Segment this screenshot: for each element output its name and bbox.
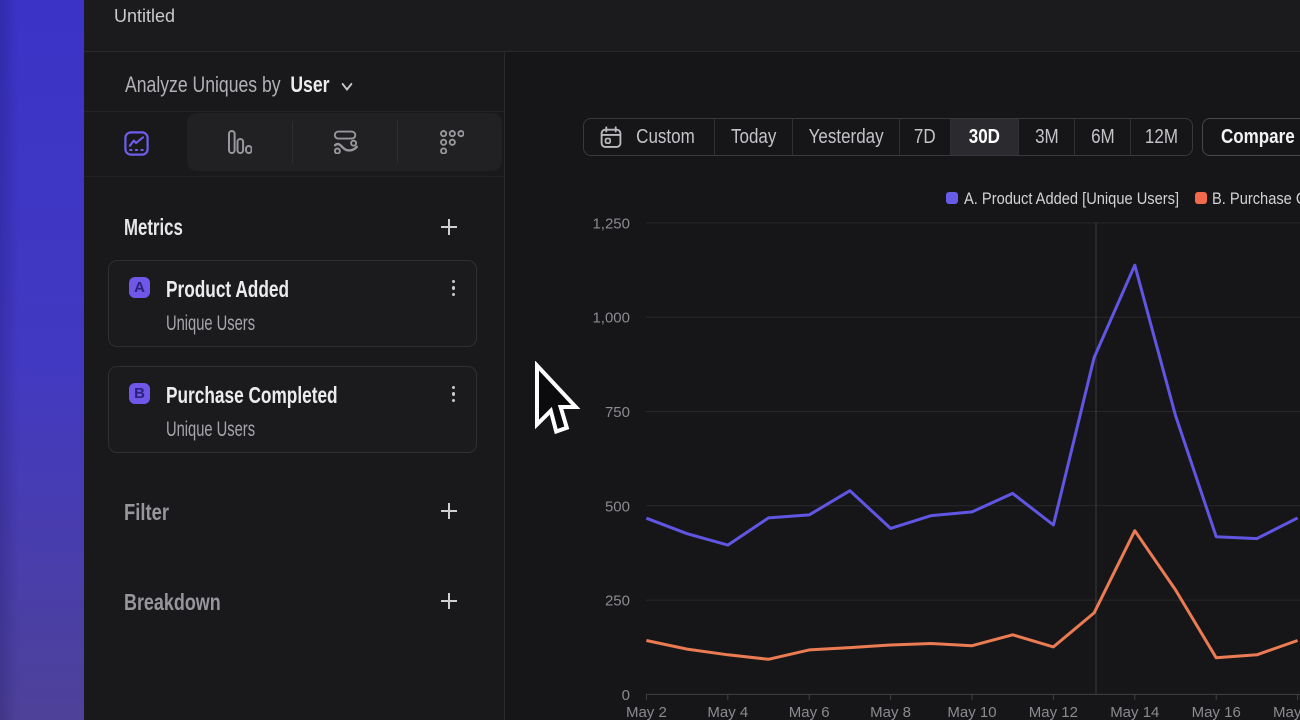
svg-text:1,000: 1,000 — [592, 310, 630, 327]
svg-text:May 6: May 6 — [789, 704, 830, 720]
svg-text:May 18: May 18 — [1273, 704, 1300, 720]
svg-text:May 14: May 14 — [1110, 704, 1159, 720]
svg-text:May 2: May 2 — [626, 704, 667, 720]
svg-text:0: 0 — [622, 687, 630, 704]
svg-text:750: 750 — [605, 404, 630, 421]
svg-text:May 16: May 16 — [1192, 704, 1241, 720]
svg-text:250: 250 — [605, 593, 630, 610]
svg-text:May 4: May 4 — [707, 704, 748, 720]
svg-text:500: 500 — [605, 498, 630, 515]
svg-text:May 12: May 12 — [1029, 704, 1078, 720]
svg-text:1,250: 1,250 — [592, 215, 630, 232]
svg-text:May 10: May 10 — [947, 704, 996, 720]
svg-text:May 8: May 8 — [870, 704, 911, 720]
